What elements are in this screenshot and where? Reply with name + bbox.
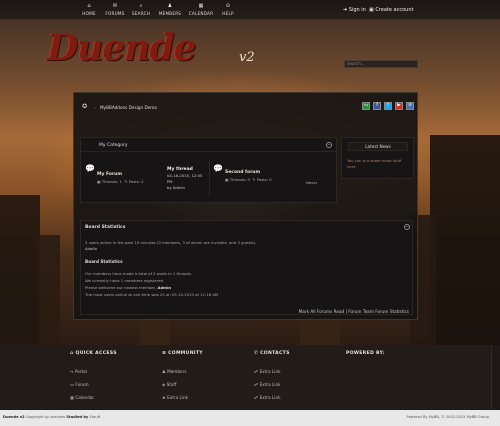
threads-icon: ▣ [97, 179, 101, 184]
twitter-icon[interactable]: t [384, 102, 392, 110]
last-post-title[interactable]: My thread [167, 167, 193, 172]
search-icon: ⌕ [139, 3, 143, 9]
users-icon: ♟ [162, 369, 166, 374]
posts-icon: ✎ [252, 177, 256, 182]
last-post-never: Never [306, 180, 318, 185]
rss-icon[interactable]: ≡ [406, 102, 414, 110]
contacts-title: ✆ CONTACTS [254, 351, 290, 356]
footer-link-staff[interactable]: ◈ Staff [162, 382, 176, 387]
calendar-icon: ▦ [198, 3, 204, 9]
nav-home[interactable]: ⌂ HOME [76, 3, 102, 16]
stats-title: Board Statistics [85, 225, 126, 230]
link-icon: ☍ [254, 395, 259, 400]
nav-calendar[interactable]: ▦ CALENDAR [188, 3, 214, 16]
studied-by-link[interactable]: Stauft [89, 415, 100, 419]
online-users-line: 3 users active in the past 15 minutes (0… [85, 240, 257, 245]
threads-icon: ▣ [225, 177, 229, 182]
latest-news-body: You can put some news stuff here [347, 158, 402, 169]
footer-link-extra[interactable]: ★ Extra Link [162, 395, 188, 400]
logo-version: v2 [239, 50, 255, 65]
link-icon: ☍ [254, 382, 259, 387]
stats-subtitle: Board Statistics [85, 259, 123, 264]
breadcrumb-current[interactable]: MyBBAddons Design Demo [100, 105, 157, 110]
forum-category: My Category − 💬 My Forum ▣ Threads: 1 ✎ … [80, 137, 337, 203]
link-icon: ☍ [254, 369, 259, 374]
footer-columns: ⌂ QUICK ACCESS ↪ Portal ▭ Forum ▦ Calend… [0, 345, 492, 409]
footer-link-contact-1[interactable]: ☍ Extra Link [254, 369, 281, 374]
facebook-icon[interactable]: f [373, 102, 381, 110]
calendar-icon: ▦ [70, 395, 74, 400]
collapse-icon[interactable]: − [404, 224, 410, 230]
last-post: My thread 04-18-2015, 12:05 PM by Admin [167, 167, 203, 190]
forum-row: 💬 My Forum ▣ Threads: 1 ✎ Posts: 2 My th… [81, 160, 209, 196]
category-header: My Category − [81, 138, 336, 152]
footer-link-forum[interactable]: ▭ Forum [70, 382, 89, 387]
forum-icon: ▭ [70, 382, 74, 387]
stats-footer-links[interactable]: Mark All Forums Read | Forum Team Forum … [299, 309, 409, 314]
top-navigation-bar: ⌂ HOME ✉ FORUMS ⌕ SEARCH ♟ MEMBERS ▦ CAL… [0, 0, 500, 20]
breadcrumb-separator: › [94, 105, 96, 110]
footer-link-contact-2[interactable]: ☍ Extra Link [254, 382, 281, 387]
nav-search[interactable]: ⌕ SEARCH [128, 3, 154, 16]
copyright-bar: Duende v2 Copyright by shadrew Studied b… [0, 410, 500, 426]
newest-member-link[interactable]: Admin [158, 285, 172, 290]
shield-icon: ◈ [162, 382, 166, 387]
main-content-panel: ✪ › MyBBAddons Design Demo ▭ f t ▶ ≡ My … [73, 92, 418, 320]
register-icon: ▣ [369, 7, 374, 13]
user-icon: ♟ [167, 3, 173, 9]
breadcrumb: ✪ › MyBBAddons Design Demo ▭ f t ▶ ≡ [80, 101, 414, 113]
signin-link[interactable]: ➔ Sign in [343, 7, 366, 13]
stats-posts-line: Our members have made a total of 2 posts… [85, 271, 193, 276]
quick-access-title: ⌂ QUICK ACCESS [70, 351, 117, 356]
footer-link-calendar[interactable]: ▦ Calendar [70, 395, 94, 400]
forum-stats: ▣ Threads: 0 ✎ Posts: 0 [225, 177, 272, 182]
youtube-icon[interactable]: ▶ [395, 102, 403, 110]
forum-name[interactable]: My Forum [97, 172, 122, 177]
last-post-author[interactable]: by Admin [167, 185, 185, 190]
home-icon: ⌂ [70, 351, 74, 356]
star-icon: ★ [162, 395, 166, 400]
mybb-copyright[interactable]: Powered By MyBB, © 2002-2015 MyBB Group. [407, 415, 490, 419]
board-statistics: Board Statistics − 3 users active in the… [80, 220, 413, 315]
help-icon: ⊙ [225, 3, 231, 9]
forum-status-icon: 💬 [213, 164, 223, 173]
category-title[interactable]: My Category [99, 143, 128, 148]
nav-forums[interactable]: ✉ FORUMS [102, 3, 128, 16]
forum-name[interactable]: Second forum [225, 170, 260, 175]
forum-status-icon: 💬 [85, 164, 95, 173]
monitor-icon[interactable]: ▭ [362, 102, 370, 110]
footer-link-portal[interactable]: ↪ Portal [70, 369, 87, 374]
posts-icon: ✎ [124, 179, 128, 184]
comments-icon: ✉ [112, 3, 118, 9]
nav-help[interactable]: ⊙ HELP [215, 3, 241, 16]
phone-icon: ✆ [254, 351, 259, 356]
forum-stats: ▣ Threads: 1 ✎ Posts: 2 [97, 179, 144, 184]
site-logo[interactable]: Duende [47, 27, 197, 69]
footer-link-contact-3[interactable]: ☍ Extra Link [254, 395, 281, 400]
stats-newest-line: Please welcome our newest member, Admin [85, 285, 172, 290]
latest-news-panel: Latest News You can put some news stuff … [341, 137, 414, 179]
home-crumb-icon[interactable]: ✪ [82, 103, 87, 110]
powered-by-title: POWERED BY: [346, 351, 385, 356]
stats-record-line: The most users online at one time was 20… [85, 292, 219, 297]
link-icon: ↪ [70, 369, 74, 374]
collapse-icon[interactable]: − [326, 142, 332, 148]
create-account-link[interactable]: ▣ Create account [369, 7, 413, 13]
footer-link-members[interactable]: ♟ Members [162, 369, 187, 374]
home-icon: ⌂ [87, 3, 91, 9]
nav-members[interactable]: ♟ MEMBERS [157, 3, 183, 16]
community-title: ≡ COMMUNITY [162, 351, 203, 356]
online-users-names[interactable]: Adolfo [85, 246, 97, 251]
stats-members-line: We currently have 1 members registered. [85, 278, 165, 283]
theme-credit: Duende v2 Copyright by shadrew Studied b… [3, 415, 101, 419]
forum-row: 💬 Second forum ▣ Threads: 0 ✎ Posts: 0 N… [209, 160, 337, 196]
list-icon: ≡ [162, 351, 167, 356]
search-input[interactable]: Search... [344, 60, 418, 68]
signin-icon: ➔ [343, 7, 348, 13]
latest-news-title: Latest News [348, 142, 408, 151]
